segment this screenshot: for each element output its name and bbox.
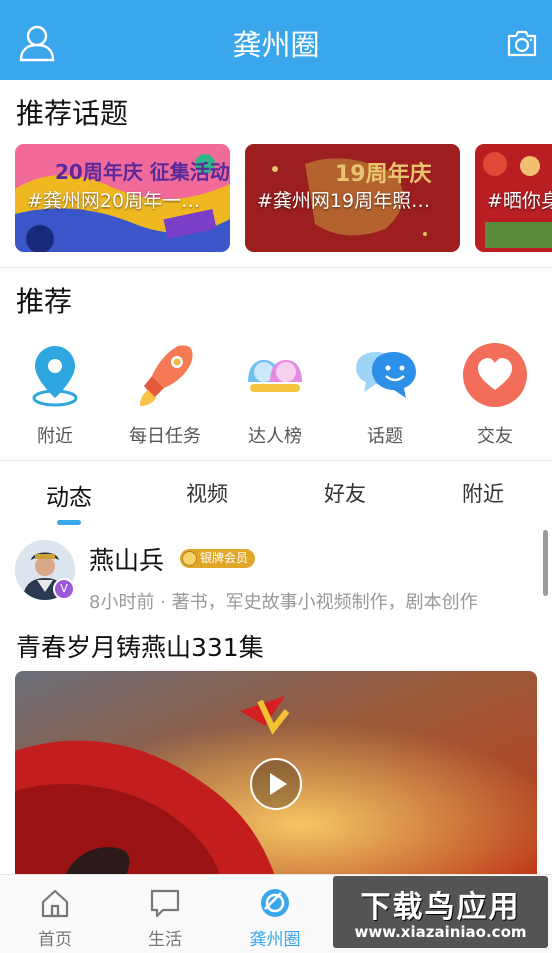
recommend-grid: 附近 每日任务 达人榜 话题 交友 (0, 340, 552, 450)
post-meta: 8小时前 · 著书，军史故事小视频制作，剧本创作 (89, 592, 478, 613)
watermark-main: 下载鸟应用 (360, 890, 521, 925)
nav-circle[interactable]: 龚州圈 (220, 875, 330, 950)
watermark: 下载鸟应用 www.xiazainiao.com (333, 876, 548, 948)
people-icon (240, 340, 310, 410)
watermark-sub: www.xiazainiao.com (354, 923, 527, 941)
play-icon[interactable] (249, 757, 303, 811)
grid-item-label: 话题 (367, 426, 403, 447)
nav-label: 首页 (38, 930, 72, 950)
topic-card[interactable]: #晒你身 (475, 144, 552, 252)
member-badge: 银牌会员 (180, 549, 256, 568)
medal-icon (182, 551, 197, 566)
topic-label: #晒你身 (487, 190, 552, 212)
divider (0, 267, 552, 268)
chat-bubbles-icon (350, 340, 420, 410)
chat-icon (149, 887, 181, 919)
topic-image-text: 20周年庆 征集活动 (55, 160, 230, 184)
username[interactable]: 燕山兵 (89, 541, 164, 577)
tab-indicator (57, 520, 81, 525)
grid-item-daily-task[interactable]: 每日任务 (110, 340, 220, 448)
post-title[interactable]: 青春岁月铸燕山331集 (16, 628, 264, 664)
tab-friends[interactable]: 好友 (276, 478, 414, 508)
rocket-icon (130, 340, 200, 410)
topic-card[interactable]: 19周年庆 #龚州网19周年照片… (245, 144, 460, 252)
scrollbar[interactable] (543, 530, 548, 596)
grid-item-label: 达人榜 (248, 426, 302, 447)
circle-icon (259, 887, 291, 919)
nav-label: 龚州圈 (249, 930, 301, 950)
tab-nearby[interactable]: 附近 (414, 478, 552, 508)
grid-item-label: 每日任务 (129, 426, 201, 447)
topic-label: #龚州网19周年照片… (257, 190, 448, 212)
post-header: V 燕山兵 银牌会员 8小时前 · 著书，军史故事小视频制作，剧本创作 (0, 538, 552, 614)
tab-dynamic[interactable]: 动态 (0, 478, 138, 512)
nav-home[interactable]: 首页 (0, 875, 110, 950)
v-badge-icon: V (53, 578, 75, 600)
divider (0, 460, 552, 461)
topic-card[interactable]: 20周年庆 征集活动 #龚州网20周年一一#… (15, 144, 230, 252)
nav-life[interactable]: 生活 (110, 875, 220, 950)
camera-icon[interactable] (506, 28, 538, 58)
video-thumbnail[interactable] (15, 671, 537, 876)
app-header: 龚州圈 (0, 0, 552, 80)
grid-item-label: 附近 (37, 426, 73, 447)
nav-label: 生活 (148, 930, 182, 950)
grid-item-dating[interactable]: 交友 (440, 340, 550, 448)
grid-item-nearby[interactable]: 附近 (0, 340, 110, 448)
home-icon (39, 887, 71, 919)
topic-image-text: 19周年庆 (335, 162, 432, 187)
location-pin-icon (20, 340, 90, 410)
grid-item-topics[interactable]: 话题 (330, 340, 440, 448)
section-title-recommend: 推荐 (16, 285, 73, 318)
grid-item-label: 交友 (477, 426, 513, 447)
page-title: 龚州圈 (232, 28, 320, 62)
section-title-topics: 推荐话题 (16, 97, 129, 130)
heart-icon (460, 340, 530, 410)
member-badge-label: 银牌会员 (200, 551, 249, 565)
grid-item-ranking[interactable]: 达人榜 (220, 340, 330, 448)
feed-tabs: 动态 视频 好友 附近 (0, 470, 552, 526)
topic-carousel[interactable]: 20周年庆 征集活动 #龚州网20周年一一#… 19周年庆 #龚州网19周年照片… (0, 144, 552, 252)
tab-video[interactable]: 视频 (138, 478, 276, 508)
topic-label: #龚州网20周年一一#… (27, 190, 218, 212)
